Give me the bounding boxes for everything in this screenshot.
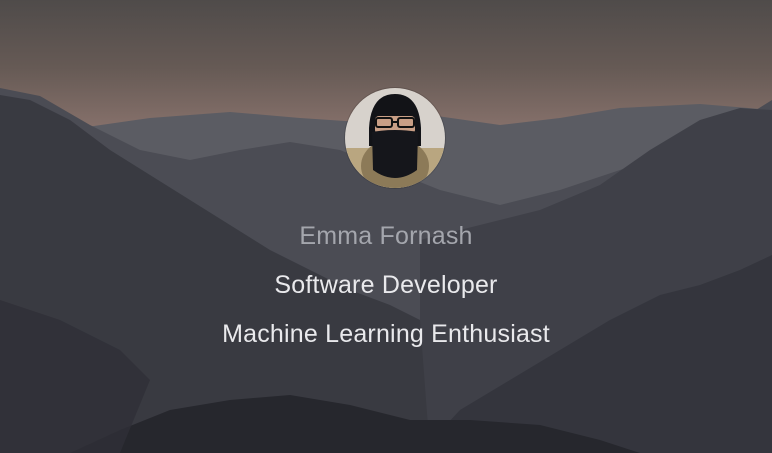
- profile-photo-icon: [345, 88, 445, 188]
- profile-name: Emma Fornash: [299, 222, 473, 250]
- profile-avatar: [345, 88, 445, 188]
- profile-tagline-interest: Machine Learning Enthusiast: [222, 320, 550, 348]
- profile-tagline-role: Software Developer: [274, 271, 498, 299]
- hero-section: Emma Fornash Software Developer Machine …: [0, 0, 772, 453]
